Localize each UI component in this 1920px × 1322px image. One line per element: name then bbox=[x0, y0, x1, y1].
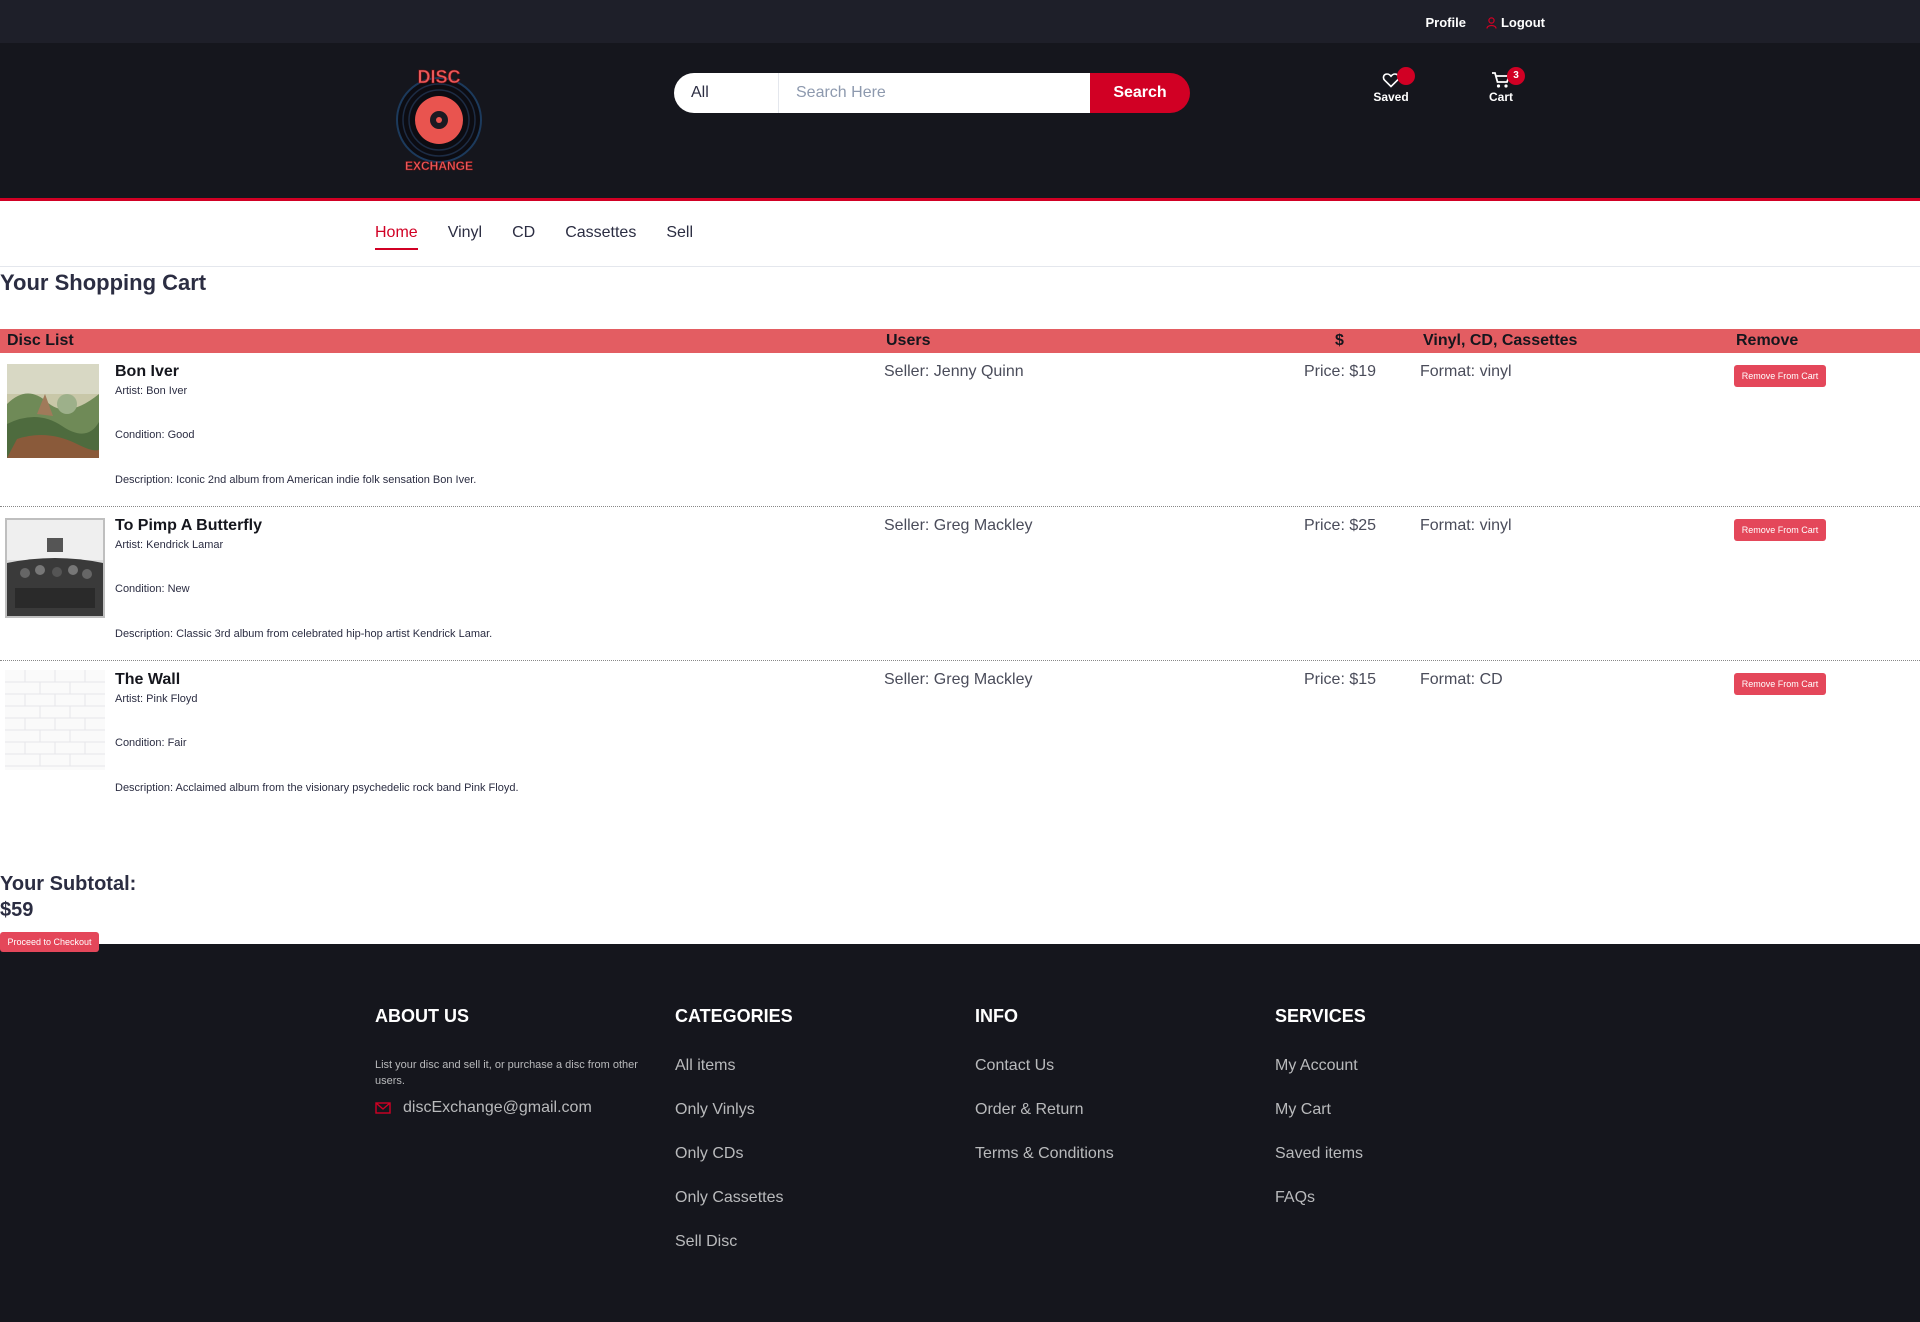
search-input[interactable] bbox=[779, 73, 1090, 113]
footer-link-only-cassettes[interactable]: Only Cassettes bbox=[675, 1189, 945, 1207]
disc-format: Format: CD bbox=[1420, 671, 1503, 688]
disc-artist: Artist: Pink Floyd bbox=[115, 693, 198, 705]
footer-link-terms[interactable]: Terms & Conditions bbox=[975, 1145, 1245, 1163]
disc-price: Price: $25 bbox=[1304, 517, 1377, 534]
album-cover-the-wall[interactable] bbox=[5, 670, 105, 770]
disc-condition: Condition: New bbox=[115, 583, 190, 595]
footer-link-faqs[interactable]: FAQs bbox=[1275, 1189, 1545, 1207]
svg-text:EXCHANGE: EXCHANGE bbox=[405, 159, 473, 173]
envelope-icon bbox=[375, 1102, 391, 1114]
search-button[interactable]: Search bbox=[1090, 73, 1190, 113]
disc-price: Price: $19 bbox=[1304, 363, 1377, 380]
footer-email[interactable]: discExchange@gmail.com bbox=[375, 1099, 645, 1117]
footer-link-sell-disc[interactable]: Sell Disc bbox=[675, 1233, 945, 1251]
disc-description: Description: Acclaimed album from the vi… bbox=[115, 782, 519, 794]
page-title: Your Shopping Cart bbox=[0, 270, 207, 295]
disc-format: Format: vinyl bbox=[1420, 363, 1512, 380]
logout-link[interactable]: Logout bbox=[1486, 15, 1545, 30]
footer-link-my-account[interactable]: My Account bbox=[1275, 1057, 1545, 1075]
remove-from-cart-button[interactable]: Remove From Cart bbox=[1734, 365, 1826, 387]
footer-heading-services: SERVICES bbox=[1275, 1006, 1366, 1026]
proceed-to-checkout-button[interactable]: Proceed to Checkout bbox=[0, 932, 99, 952]
top-links: Profile Logout bbox=[1425, 15, 1545, 30]
footer-heading-categories: CATEGORIES bbox=[675, 1006, 793, 1026]
disc-title[interactable]: Bon Iver bbox=[115, 363, 179, 381]
saved-link[interactable]: Saved bbox=[1361, 67, 1421, 104]
cart-table-header: Disc List Users $ Vinyl, CD, Cassettes R… bbox=[0, 329, 1920, 353]
subtotal-label: Your Subtotal: bbox=[0, 873, 137, 895]
profile-link[interactable]: Profile bbox=[1425, 15, 1465, 30]
disc-seller: Seller: Greg Mackley bbox=[884, 517, 1033, 534]
user-icon bbox=[1486, 16, 1497, 29]
category-select[interactable]: All bbox=[674, 73, 779, 113]
email-text: discExchange@gmail.com bbox=[403, 1099, 592, 1116]
disc-artist: Artist: Bon Iver bbox=[115, 385, 188, 397]
album-cover-to-pimp-a-butterfly[interactable] bbox=[5, 518, 105, 618]
cart-row: To Pimp A Butterfly Artist: Kendrick Lam… bbox=[0, 508, 1920, 661]
album-cover-bon-iver[interactable] bbox=[7, 364, 101, 458]
remove-from-cart-button[interactable]: Remove From Cart bbox=[1734, 673, 1826, 695]
footer-heading-about: ABOUT US bbox=[375, 1006, 469, 1026]
nav-item-cd[interactable]: CD bbox=[512, 224, 535, 250]
disc-condition: Condition: Fair bbox=[115, 737, 187, 749]
disc-condition: Condition: Good bbox=[115, 429, 195, 441]
disc-description: Description: Classic 3rd album from cele… bbox=[115, 628, 493, 640]
col-price: $ bbox=[1335, 332, 1344, 349]
col-users: Users bbox=[886, 332, 931, 349]
nav-item-home[interactable]: Home bbox=[375, 224, 418, 250]
disc-title[interactable]: The Wall bbox=[115, 671, 180, 689]
cart-count-badge: 3 bbox=[1507, 67, 1525, 85]
svg-text:DISC: DISC bbox=[417, 67, 460, 87]
footer-link-saved-items[interactable]: Saved items bbox=[1275, 1145, 1545, 1163]
footer-heading-info: INFO bbox=[975, 1006, 1018, 1026]
nav-item-sell[interactable]: Sell bbox=[666, 224, 693, 250]
disc-seller: Seller: Jenny Quinn bbox=[884, 363, 1024, 380]
footer-link-only-vinyls[interactable]: Only Vinlys bbox=[675, 1101, 945, 1119]
cart-link[interactable]: 3 Cart bbox=[1471, 67, 1531, 104]
site-footer: ABOUT US List your disc and sell it, or … bbox=[0, 944, 1920, 1322]
cart-row: The Wall Artist: Pink Floyd Condition: F… bbox=[0, 662, 1920, 815]
disc-price: Price: $15 bbox=[1304, 671, 1377, 688]
nav-item-vinyl[interactable]: Vinyl bbox=[448, 224, 482, 250]
disc-format: Format: vinyl bbox=[1420, 517, 1512, 534]
remove-from-cart-button[interactable]: Remove From Cart bbox=[1734, 519, 1826, 541]
cart-label: Cart bbox=[1488, 90, 1513, 104]
footer-link-only-cds[interactable]: Only CDs bbox=[675, 1145, 945, 1163]
nav-item-cassettes[interactable]: Cassettes bbox=[565, 224, 636, 250]
footer-link-contact-us[interactable]: Contact Us bbox=[975, 1057, 1245, 1075]
cart-row: Bon Iver Artist: Bon Iver Condition: Goo… bbox=[0, 354, 1920, 507]
subtotal-value: $59 bbox=[0, 899, 34, 921]
site-logo[interactable]: DISC EXCHANGE bbox=[391, 63, 487, 175]
col-disc-list: Disc List bbox=[7, 332, 74, 349]
disc-description: Description: Iconic 2nd album from Ameri… bbox=[115, 474, 477, 486]
logout-label: Logout bbox=[1500, 15, 1545, 30]
about-text: List your disc and sell it, or purchase … bbox=[375, 1059, 638, 1087]
footer-services: SERVICES My Account My Cart Saved items … bbox=[1275, 1006, 1545, 1233]
footer-categories: CATEGORIES All items Only Vinlys Only CD… bbox=[675, 1006, 945, 1277]
search-bar: All Search bbox=[674, 73, 1190, 113]
disc-title[interactable]: To Pimp A Butterfly bbox=[115, 517, 262, 535]
footer-link-order-return[interactable]: Order & Return bbox=[975, 1101, 1245, 1119]
footer-about: ABOUT US List your disc and sell it, or … bbox=[375, 1006, 645, 1117]
footer-info: INFO Contact Us Order & Return Terms & C… bbox=[975, 1006, 1245, 1189]
main-header: DISC EXCHANGE All Search Saved 3 Cart bbox=[0, 43, 1920, 201]
footer-link-all-items[interactable]: All items bbox=[675, 1057, 945, 1075]
saved-badge bbox=[1397, 67, 1415, 85]
col-format: Vinyl, CD, Cassettes bbox=[1423, 332, 1578, 349]
col-remove: Remove bbox=[1736, 332, 1799, 349]
disc-seller: Seller: Greg Mackley bbox=[884, 671, 1033, 688]
top-bar: Profile Logout bbox=[0, 0, 1920, 43]
saved-label: Saved bbox=[1373, 90, 1409, 104]
disc-artist: Artist: Kendrick Lamar bbox=[115, 539, 224, 551]
main-nav: Home Vinyl CD Cassettes Sell bbox=[0, 204, 1920, 267]
footer-link-my-cart[interactable]: My Cart bbox=[1275, 1101, 1545, 1119]
